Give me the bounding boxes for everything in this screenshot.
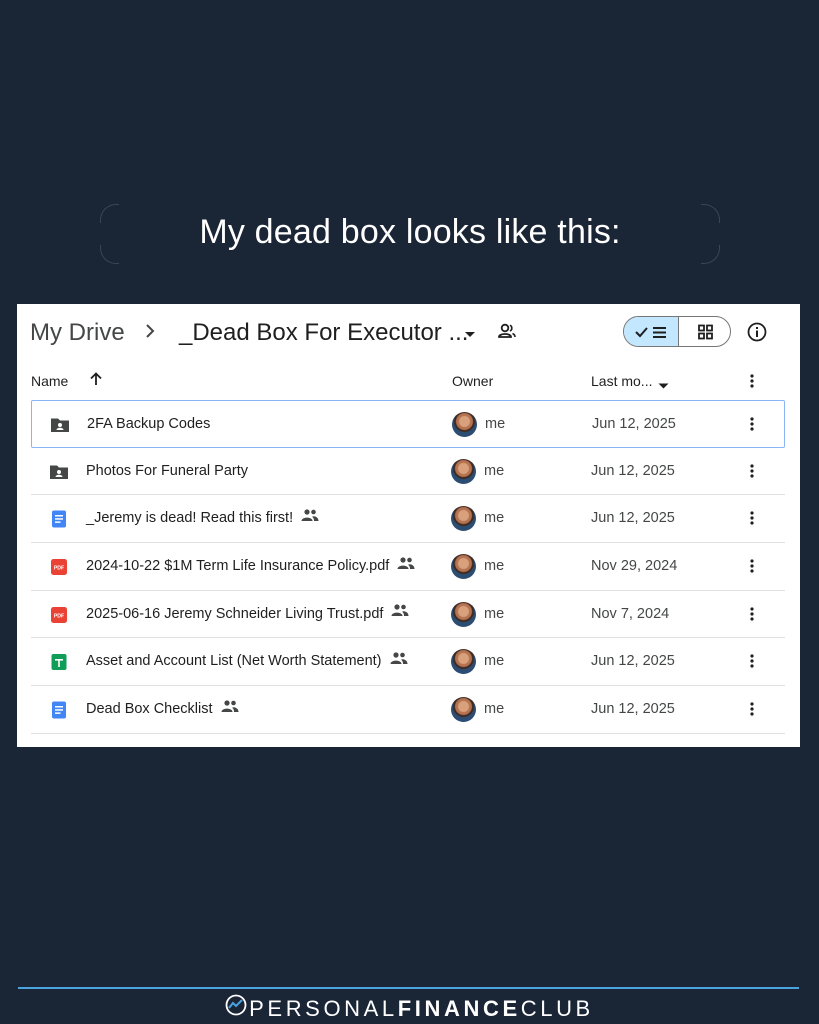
file-name: Asset and Account List (Net Worth Statem…	[86, 651, 408, 670]
file-list: 2FA Backup Codes me Jun 12, 2025 Photos For…	[31, 400, 785, 734]
google-sheet-icon	[49, 652, 69, 672]
footer-finance: FINANCE	[397, 996, 521, 1021]
column-name[interactable]: Name	[31, 373, 68, 389]
more-vertical-icon[interactable]	[749, 652, 755, 675]
footer-divider	[18, 987, 799, 989]
file-name-text: _Jeremy is dead! Read this first!	[86, 510, 294, 527]
list-view-button[interactable]	[624, 317, 679, 346]
more-vertical-icon[interactable]	[749, 557, 755, 580]
svg-text:PDF: PDF	[54, 566, 64, 572]
footer-personal: PERSONAL	[249, 996, 398, 1021]
file-last-modified: Jun 12, 2025	[591, 653, 675, 670]
pdf-icon: PDF	[49, 557, 69, 577]
file-owner: me	[484, 653, 505, 670]
shared-folder-icon	[49, 462, 69, 482]
file-row[interactable]: Asset and Account List (Net Worth Statem…	[31, 638, 785, 687]
view-toggle	[623, 316, 731, 347]
shared-people-icon	[390, 651, 408, 669]
column-owner[interactable]: Owner	[452, 373, 493, 389]
file-name: Dead Box Checklist	[86, 699, 239, 718]
owner-avatar	[451, 697, 476, 723]
file-last-modified: Jun 12, 2025	[591, 701, 675, 718]
file-row[interactable]: PDF 2024-10-22 $1M Term Life Insurance Po…	[31, 543, 785, 591]
more-vertical-icon[interactable]	[749, 415, 755, 438]
file-name: 2024-10-22 $1M Term Life Insurance Polic…	[86, 556, 415, 575]
file-owner: me	[484, 605, 505, 622]
google-doc-icon	[49, 700, 69, 720]
file-name-text: Dead Box Checklist	[86, 701, 213, 718]
file-name-text: Photos For Funeral Party	[86, 462, 248, 479]
shared-people-icon	[221, 699, 239, 717]
column-header: Name Owner Last mo...	[17, 362, 800, 402]
shared-people-icon	[391, 603, 409, 621]
shared-people-icon	[397, 556, 415, 574]
file-row[interactable]: _Jeremy is dead! Read this first! me Jun 1…	[31, 495, 785, 544]
file-row[interactable]: 2FA Backup Codes me Jun 12, 2025	[31, 400, 785, 448]
file-owner: me	[484, 558, 505, 575]
owner-avatar	[451, 649, 476, 675]
file-owner: me	[485, 416, 506, 432]
file-last-modified: Jun 12, 2025	[591, 510, 675, 527]
column-last-modified[interactable]: Last mo...	[591, 373, 652, 389]
shared-folder-icon	[50, 415, 70, 435]
file-name: 2FA Backup Codes	[87, 416, 210, 432]
file-name: _Jeremy is dead! Read this first!	[86, 508, 319, 527]
file-last-modified: Nov 29, 2024	[591, 558, 678, 575]
file-owner: me	[484, 701, 505, 718]
caret-down-icon[interactable]	[464, 326, 476, 344]
breadcrumb-current-folder[interactable]: _Dead Box For Executor ...	[179, 319, 468, 347]
file-last-modified: Jun 12, 2025	[591, 462, 675, 479]
file-name-text: 2FA Backup Codes	[87, 416, 211, 432]
more-vertical-icon[interactable]	[749, 462, 755, 485]
info-icon[interactable]	[746, 321, 768, 348]
svg-text:PDF: PDF	[54, 613, 64, 619]
breadcrumb-my-drive[interactable]: My Drive	[30, 319, 125, 347]
file-name: Photos For Funeral Party	[86, 463, 248, 479]
owner-avatar	[452, 412, 477, 437]
file-name: 2025-06-16 Jeremy Schneider Living Trust…	[86, 603, 409, 622]
chevron-right-icon	[144, 323, 156, 344]
footer-club: CLUB	[520, 996, 594, 1021]
caret-down-icon[interactable]	[658, 377, 669, 393]
owner-avatar	[451, 458, 476, 484]
file-last-modified: Nov 7, 2024	[591, 605, 670, 622]
sort-ascending-arrow-icon[interactable]	[89, 371, 103, 390]
file-owner: me	[484, 510, 505, 527]
file-owner: me	[484, 462, 505, 479]
more-vertical-icon[interactable]	[749, 509, 755, 532]
shared-people-icon[interactable]	[497, 322, 517, 345]
owner-avatar	[451, 601, 476, 627]
file-name-text: Asset and Account List (Net Worth Statem…	[86, 653, 382, 670]
grid-view-button[interactable]	[679, 317, 730, 346]
file-row[interactable]: PDF 2025-06-16 Jeremy Schneider Living Tr…	[31, 591, 785, 639]
headline-frame: My dead box looks like this:	[100, 204, 720, 264]
file-last-modified: Jun 12, 2025	[592, 416, 676, 432]
owner-avatar	[451, 554, 476, 580]
chart-globe-logo-icon	[225, 994, 247, 1022]
more-vertical-icon[interactable]	[749, 605, 755, 628]
file-name-text: 2024-10-22 $1M Term Life Insurance Polic…	[86, 558, 390, 575]
google-doc-icon	[49, 509, 69, 529]
owner-avatar	[451, 506, 476, 532]
file-row[interactable]: Photos For Funeral Party me Jun 12, 2025	[31, 448, 785, 496]
file-name-text: 2025-06-16 Jeremy Schneider Living Trust…	[86, 605, 384, 622]
pdf-icon: PDF	[49, 605, 69, 625]
drive-window: My Drive _Dead Box For Executor ... Name…	[17, 304, 800, 747]
file-row[interactable]: Dead Box Checklist me Jun 12, 2025	[31, 686, 785, 734]
footer-brand: PERSONALFINANCECLUB	[0, 994, 819, 1022]
headline: My dead box looks like this:	[199, 213, 621, 251]
more-vertical-icon[interactable]	[749, 700, 755, 723]
shared-people-icon	[301, 508, 319, 526]
drive-toolbar: My Drive _Dead Box For Executor ...	[17, 304, 800, 362]
more-vertical-icon[interactable]	[749, 372, 755, 393]
